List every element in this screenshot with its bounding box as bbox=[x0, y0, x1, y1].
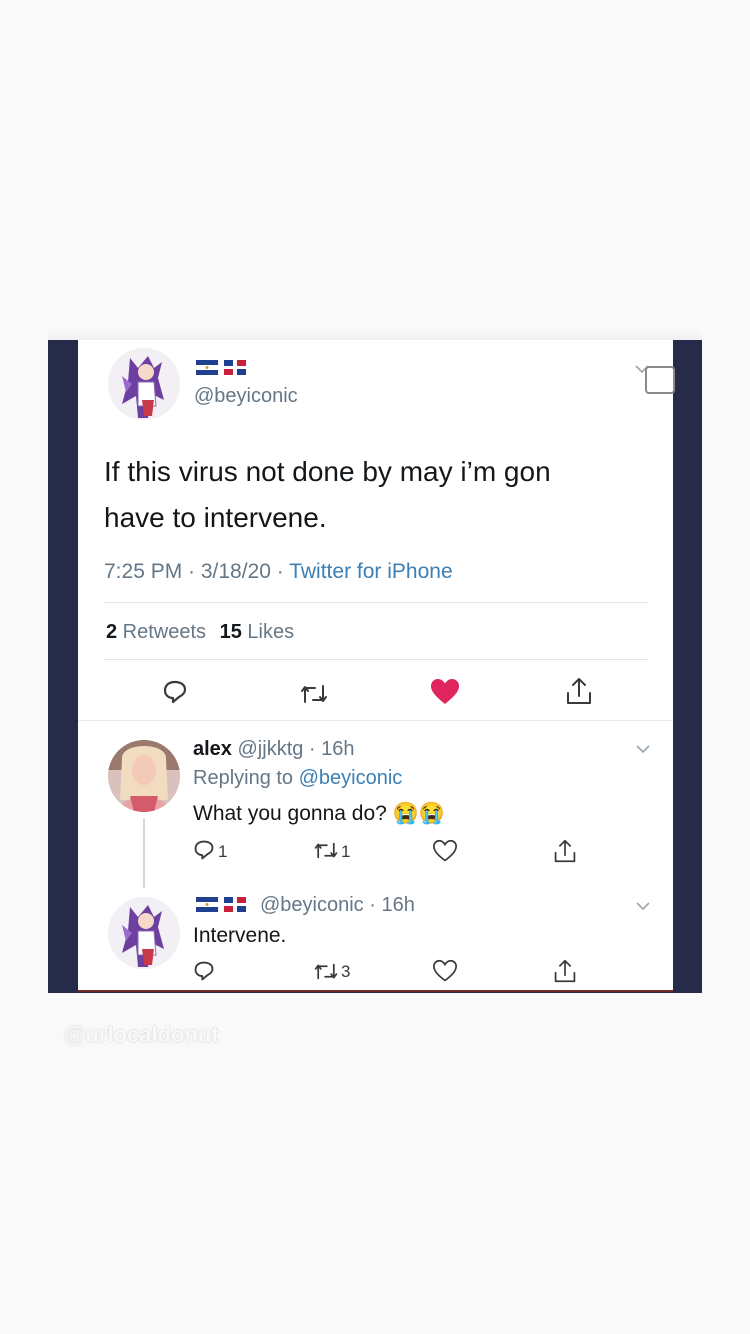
retweet-icon[interactable] bbox=[299, 682, 329, 706]
tweet-timestamp: 7:25 PM · 3/18/20 · Twitter for iPhone bbox=[104, 560, 453, 584]
share-icon[interactable] bbox=[553, 838, 577, 864]
el-salvador-flag-icon bbox=[196, 360, 218, 375]
reply-author-name[interactable]: alex bbox=[193, 738, 232, 760]
dominican-flag-icon bbox=[224, 360, 246, 375]
replying-prefix: Replying to bbox=[193, 767, 299, 789]
anime-avatar-image bbox=[108, 348, 180, 420]
dominican-flag-icon bbox=[224, 897, 246, 912]
heart-icon[interactable] bbox=[430, 678, 460, 706]
avatar[interactable] bbox=[108, 348, 180, 420]
likes-label[interactable]: Likes bbox=[242, 621, 294, 643]
divider bbox=[104, 659, 648, 660]
selection-checkbox[interactable] bbox=[645, 366, 675, 394]
watermark-text: @urlocaldonut bbox=[64, 1022, 219, 1047]
share-icon[interactable] bbox=[553, 958, 577, 984]
author-handle[interactable]: @beyiconic bbox=[194, 385, 298, 408]
replying-to-line: Replying to @beyiconic bbox=[193, 767, 402, 790]
tweet-text-line-2: have to intervene. bbox=[104, 502, 327, 533]
avatar[interactable] bbox=[108, 740, 180, 812]
divider bbox=[104, 602, 648, 603]
reply-icon[interactable] bbox=[193, 839, 215, 861]
anime-avatar-image bbox=[108, 897, 180, 969]
tweet-stats: 2 Retweets 15 Likes bbox=[106, 621, 294, 644]
reply-text: Intervene. bbox=[193, 924, 287, 947]
reply-count: 1 bbox=[218, 842, 228, 861]
retweet-count: 1 bbox=[341, 842, 351, 861]
retweet-count: 3 bbox=[341, 962, 351, 981]
divider bbox=[78, 720, 673, 721]
share-icon[interactable] bbox=[565, 676, 593, 706]
heart-icon[interactable] bbox=[432, 959, 458, 983]
el-salvador-flag-icon bbox=[196, 897, 218, 912]
retweets-label[interactable]: Retweets bbox=[117, 621, 206, 643]
retweets-count[interactable]: 2 bbox=[106, 621, 117, 643]
photo-avatar-image bbox=[108, 740, 180, 812]
retweet-icon[interactable] bbox=[313, 840, 339, 861]
tweet-time: 7:25 PM · 3/18/20 · bbox=[104, 560, 290, 583]
reply-icon[interactable] bbox=[162, 679, 188, 705]
tweet-card: @beyiconic If this virus not done by may… bbox=[78, 340, 673, 992]
likes-count[interactable]: 15 bbox=[220, 621, 242, 643]
avatar[interactable] bbox=[108, 897, 180, 969]
card-bottom-edge bbox=[78, 990, 673, 992]
retweet-icon[interactable] bbox=[313, 961, 339, 982]
reply-icon[interactable] bbox=[193, 960, 215, 982]
reply-text: What you gonna do? 😭😭 bbox=[193, 802, 445, 825]
chevron-down-icon[interactable] bbox=[636, 901, 650, 911]
reply-handle-time[interactable]: @jjkktg · 16h bbox=[238, 738, 355, 760]
chevron-down-icon[interactable] bbox=[636, 744, 650, 754]
reply-author-line: alex @jjkktg · 16h bbox=[193, 738, 355, 761]
flag-emojis bbox=[196, 360, 246, 375]
reply-handle-time[interactable]: @beyiconic · 16h bbox=[260, 894, 415, 917]
tweet-source-link[interactable]: Twitter for iPhone bbox=[289, 560, 452, 583]
thread-line bbox=[143, 818, 145, 888]
replying-to-link[interactable]: @beyiconic bbox=[299, 767, 403, 789]
heart-icon[interactable] bbox=[432, 839, 458, 863]
tweet-text-line-1: If this virus not done by may i’m gon bbox=[104, 456, 551, 487]
flag-emojis bbox=[196, 897, 246, 912]
